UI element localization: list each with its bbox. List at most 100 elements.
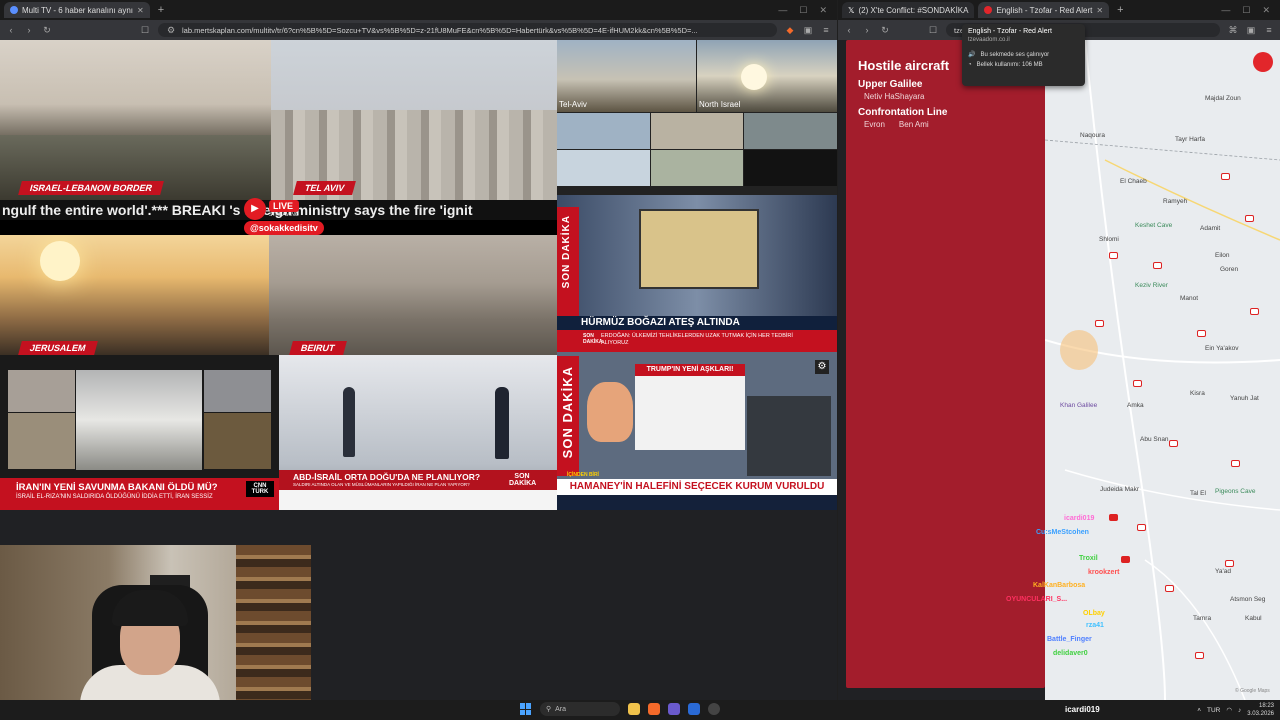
address-bar[interactable]: ⚙ lab.mertskaplan.com/multitv/tr/6?cn%5B… — [158, 23, 777, 37]
taskbar-search[interactable]: ⚲ Ara — [540, 702, 620, 716]
alert-pin[interactable] — [1231, 460, 1240, 467]
sozcu-headline: HAMANEY'İN HALEFİNİ SEÇECEK KURUM VURULD… — [557, 479, 837, 495]
feed-cnn-turk[interactable]: İRAN'IN YENİ SAVUNMA BAKANI ÖLDÜ MÜ? İSR… — [0, 355, 279, 510]
cam-thumb — [8, 370, 75, 412]
presenter-figure — [343, 387, 355, 457]
map-label: Judeida Makr — [1100, 486, 1140, 493]
map-label: Amka — [1127, 402, 1144, 409]
alert-pin[interactable] — [1195, 652, 1204, 659]
feed-sozcu-tv[interactable]: SON DAKİKA TRUMP'IN YENİ AŞKLARI! ⚙ İÇİN… — [557, 352, 837, 510]
feed-beirut[interactable]: BEIRUT — [269, 235, 557, 355]
hover-card-audio: 🔊 Bu sekmede ses çalınıyor — [968, 51, 1079, 59]
play-icon[interactable]: ▶ — [244, 198, 266, 220]
multitv-grid: ISRAEL-LEBANON BORDER TEL AVIV Tel-Aviv … — [0, 40, 837, 510]
volume-icon[interactable]: ♪ — [1238, 707, 1241, 714]
bookmark-icon[interactable]: ☐ — [140, 25, 150, 35]
feed-israel-cams[interactable]: Tel-Aviv North Israel — [557, 40, 837, 195]
menu-icon[interactable]: ≡ — [821, 25, 831, 35]
alert-map[interactable]: Majdal Zoun Naqoura Tayr Harfa El Chaeb … — [1045, 40, 1280, 700]
feed-tel-aviv[interactable]: TEL AVIV — [271, 40, 557, 200]
reload-icon[interactable]: ↻ — [880, 25, 890, 35]
hover-card-memory: ◔ Bellek kullanımı: 106 MB — [968, 62, 1079, 68]
new-tab-button[interactable]: + — [158, 4, 164, 16]
cam-label: Tel-Aviv — [559, 100, 587, 109]
feed-ntv[interactable]: SON DAKİKA HÜRMÜZ BOĞAZI ATEŞ ALTINDA ER… — [557, 195, 837, 352]
feed-jerusalem[interactable]: JERUSALEM — [0, 235, 269, 355]
alert-pin[interactable] — [1245, 215, 1254, 222]
brave-shield-icon[interactable]: ◆ — [785, 25, 795, 35]
forward-icon[interactable]: › — [24, 25, 34, 35]
alert-pin[interactable] — [1225, 560, 1234, 567]
alert-pin[interactable] — [1153, 262, 1162, 269]
language-indicator[interactable]: TUR — [1207, 707, 1220, 714]
brave-browser-icon[interactable] — [648, 703, 660, 715]
alert-pin[interactable] — [1095, 320, 1104, 327]
file-explorer-icon[interactable] — [628, 703, 640, 715]
settings-icon[interactable]: ⚙ — [815, 360, 829, 374]
tzofar-favicon-icon — [984, 6, 993, 14]
taskbar-clock[interactable]: 18:23 3.03.2026 — [1247, 702, 1274, 718]
alert-pin[interactable] — [1137, 524, 1146, 531]
minimize-icon[interactable]: — — [1221, 5, 1230, 16]
chat-username: icardi019 — [1064, 515, 1095, 522]
map-label: Keziv River — [1135, 282, 1168, 289]
wifi-icon[interactable]: ◠ — [1226, 706, 1232, 714]
extensions-icon[interactable]: ▣ — [1246, 25, 1256, 35]
tzofar-logo-icon[interactable] — [1253, 52, 1273, 72]
tab-x-conflict[interactable]: 𝕏 (2) X'te Conflict: #SONDAKİKA — [842, 2, 975, 18]
close-tab-icon[interactable]: ✕ — [137, 6, 144, 15]
tray-chevron-icon[interactable]: ˄ — [1197, 707, 1201, 714]
back-icon[interactable]: ‹ — [844, 25, 854, 35]
chat-username: krookzert — [1088, 569, 1120, 576]
obs-icon[interactable] — [708, 703, 720, 715]
presenter-figure — [495, 387, 509, 459]
alert-pin[interactable] — [1250, 308, 1259, 315]
alert-pin[interactable] — [1109, 252, 1118, 259]
x-logo-icon: 𝕏 — [848, 5, 855, 15]
tab-multitv[interactable]: Multi TV - 6 haber kanalını aynı ✕ — [4, 2, 150, 18]
close-window-icon[interactable]: ✕ — [819, 5, 827, 16]
maximize-icon[interactable]: ☐ — [799, 5, 807, 16]
extensions-icon[interactable]: ▣ — [803, 25, 813, 35]
alert-pin[interactable] — [1221, 173, 1230, 180]
chat-username: OLbay — [1083, 610, 1105, 617]
map-label: Tamra — [1193, 615, 1212, 622]
steam-icon[interactable] — [688, 703, 700, 715]
alert-pin[interactable] — [1133, 380, 1142, 387]
search-icon: ⚲ — [546, 706, 552, 713]
tab-tzofar[interactable]: English - Tzofar - Red Alert ✕ — [978, 2, 1110, 18]
hover-card-domain: tzevaadom.co.il — [968, 37, 1010, 43]
feed-trt-haber[interactable]: ABD-İSRAİL ORTA DOĞU'DA NE PLANLIYOR? SA… — [279, 355, 557, 510]
translate-icon[interactable]: ⌘ — [1228, 25, 1238, 35]
chat-username: rza41 — [1086, 622, 1104, 629]
reload-icon[interactable]: ↻ — [42, 25, 52, 35]
windows-start-icon[interactable] — [520, 703, 532, 715]
chat-username: OYUNCULARI_S... — [1006, 596, 1068, 603]
minimize-icon[interactable]: — — [778, 5, 787, 16]
feed-label: BEIRUT — [289, 341, 347, 355]
site-info-icon[interactable]: ⚙ — [166, 25, 176, 35]
back-icon[interactable]: ‹ — [6, 25, 16, 35]
alert-cities: Netiv HaShayara — [846, 90, 1045, 101]
son-dakika-label: SON DAKİKA — [561, 215, 572, 289]
alert-pin[interactable] — [1109, 514, 1118, 521]
feed-israel-lebanon[interactable]: ISRAEL-LEBANON BORDER — [0, 40, 271, 200]
maximize-icon[interactable]: ☐ — [1242, 5, 1250, 16]
ntv-headline: HÜRMÜZ BOĞAZI ATEŞ ALTINDA — [557, 316, 837, 330]
forward-icon[interactable]: › — [862, 25, 872, 35]
close-tab-icon[interactable]: ✕ — [1096, 6, 1103, 15]
alert-pin[interactable] — [1121, 556, 1130, 563]
alert-pin[interactable] — [1169, 440, 1178, 447]
alert-pin[interactable] — [1165, 585, 1174, 592]
bookmark-icon[interactable]: ☐ — [928, 25, 938, 35]
close-window-icon[interactable]: ✕ — [1262, 5, 1270, 16]
sozcu-next-label: İÇİNDEN BİRİ — [567, 472, 599, 478]
alert-pin[interactable] — [1197, 330, 1206, 337]
cnn-lower-third: İRAN'IN YENİ SAVUNMA BAKANI ÖLDÜ MÜ? İSR… — [0, 478, 279, 510]
new-tab-button[interactable]: + — [1117, 4, 1123, 16]
map-label: Atsmon Seg — [1230, 596, 1266, 603]
discord-icon[interactable] — [668, 703, 680, 715]
cam-label: North Israel — [699, 100, 741, 109]
hover-card-audio-text: Bu sekmede ses çalınıyor — [980, 51, 1050, 58]
menu-icon[interactable]: ≡ — [1264, 25, 1274, 35]
